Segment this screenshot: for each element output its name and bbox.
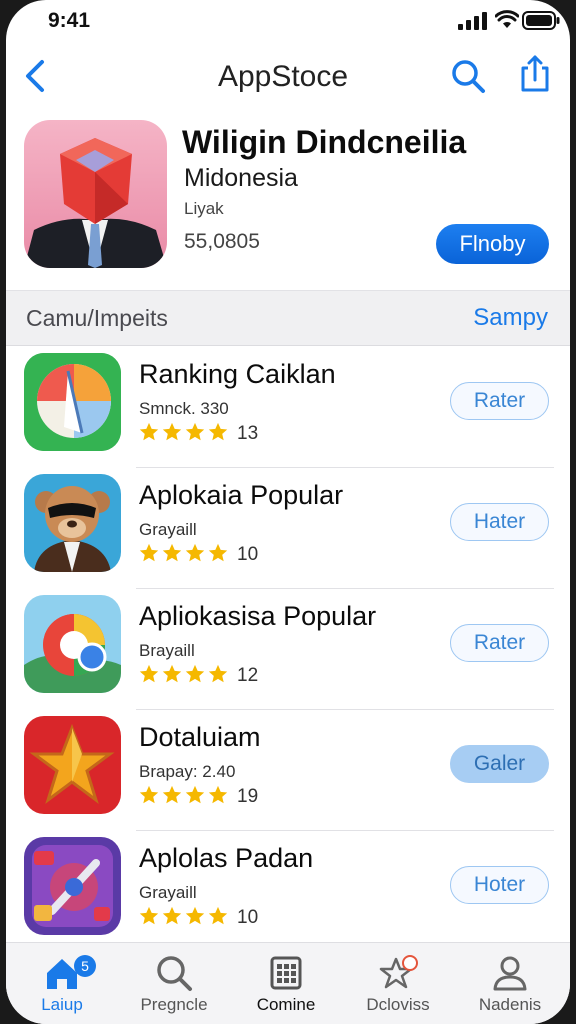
battery-icon bbox=[522, 11, 560, 30]
phone-screen: 9:41 AppStoce Wiligin Dindcneilia Midone… bbox=[6, 0, 570, 1024]
rating-count: 10 bbox=[237, 544, 259, 565]
tab-grid[interactable]: Comine bbox=[230, 943, 342, 1024]
star-rating bbox=[138, 663, 230, 687]
tab-label: Nadenis bbox=[478, 995, 542, 1014]
star-icon bbox=[139, 906, 159, 925]
rating-count: 12 bbox=[237, 665, 259, 686]
star-icon bbox=[208, 543, 228, 562]
get-button[interactable]: Hater bbox=[450, 503, 549, 541]
get-button[interactable]: Rater bbox=[450, 624, 549, 662]
nav-title: AppStoce bbox=[217, 60, 349, 93]
featured-get-button[interactable]: Flnoby bbox=[436, 224, 549, 264]
app-name: Aplokaia Popular bbox=[139, 480, 344, 510]
section-header: Camu/Impeits Sampy bbox=[6, 290, 570, 346]
list-item[interactable]: Dotaluiam Brapay: 2.40 19 Galer bbox=[6, 710, 570, 831]
list-item[interactable]: Aplolas Padan Grayaill 10 Hoter bbox=[6, 831, 570, 952]
app-name: Dotaluiam bbox=[139, 722, 261, 752]
list-item[interactable]: Ranking Caiklan Smnck. 330 13 Rater bbox=[6, 347, 570, 468]
star-icon bbox=[139, 422, 159, 441]
app-meta: Grayaill bbox=[139, 520, 197, 539]
featured-app-subtitle: Midonesia bbox=[184, 164, 298, 192]
app-name: Ranking Caiklan bbox=[139, 359, 336, 389]
star-icon bbox=[208, 785, 228, 804]
star-icon bbox=[208, 664, 228, 683]
app-icon-star bbox=[24, 716, 121, 814]
star-icon bbox=[185, 543, 205, 562]
section-title: Camu/Impeits bbox=[26, 305, 168, 331]
star-icon bbox=[139, 543, 159, 562]
app-icon-tools bbox=[24, 837, 121, 935]
star-icon bbox=[379, 955, 418, 989]
app-icon-ranking bbox=[24, 353, 121, 451]
star-icon bbox=[185, 785, 205, 804]
star-icon bbox=[208, 422, 228, 441]
featured-app-icon bbox=[24, 120, 167, 268]
star-icon bbox=[185, 664, 205, 683]
app-icon-mascot bbox=[24, 474, 121, 572]
tab-profile[interactable]: Nadenis bbox=[454, 943, 566, 1024]
featured-app-title: Wiligin Dindcneilia bbox=[182, 124, 467, 160]
get-button[interactable]: Hoter bbox=[450, 866, 549, 904]
search-icon bbox=[157, 956, 192, 991]
list-item[interactable]: Apliokasisa Popular Brayaill 12 Rater bbox=[6, 589, 570, 710]
app-meta: Grayaill bbox=[139, 883, 197, 902]
tab-label: Laiup bbox=[41, 995, 83, 1014]
star-rating bbox=[138, 784, 230, 808]
star-icon bbox=[162, 664, 182, 683]
star-rating bbox=[138, 542, 230, 566]
featured-app-count: 55,0805 bbox=[184, 230, 260, 253]
get-button[interactable]: Galer bbox=[450, 745, 549, 783]
star-icon bbox=[162, 785, 182, 804]
rating-count: 13 bbox=[237, 423, 259, 444]
app-meta: Smnck. 330 bbox=[139, 399, 229, 418]
app-name: Aplolas Padan bbox=[139, 843, 314, 873]
grid-icon bbox=[270, 956, 302, 990]
rating-count: 19 bbox=[237, 786, 259, 807]
star-icon bbox=[162, 906, 182, 925]
get-button[interactable]: Rater bbox=[450, 382, 549, 420]
tab-label: Comine bbox=[256, 995, 316, 1014]
star-icon bbox=[185, 906, 205, 925]
tab-label: Dcloviss bbox=[366, 995, 430, 1014]
star-icon bbox=[139, 664, 159, 683]
list-item[interactable]: Aplokaia Popular Grayaill 10 Hater bbox=[6, 468, 570, 589]
featured-app-developer: Liyak bbox=[184, 199, 224, 218]
app-meta: Brayaill bbox=[139, 641, 195, 660]
status-bar: 9:41 bbox=[6, 0, 570, 40]
star-icon bbox=[208, 906, 228, 925]
star-icon bbox=[162, 422, 182, 441]
star-icon bbox=[185, 422, 205, 441]
signal-icon bbox=[458, 12, 487, 30]
star-rating bbox=[138, 421, 230, 445]
app-name: Apliokasisa Popular bbox=[139, 601, 377, 631]
tab-search[interactable]: Pregncle bbox=[118, 943, 230, 1024]
wifi-icon bbox=[495, 10, 519, 28]
tab-updates[interactable]: Dcloviss bbox=[342, 943, 454, 1024]
app-icon-browser bbox=[24, 595, 121, 693]
star-rating bbox=[138, 905, 230, 929]
person-icon bbox=[493, 956, 527, 991]
nav-bar: AppStoce bbox=[6, 46, 570, 106]
tab-badge: 5 bbox=[74, 955, 96, 977]
rating-count: 10 bbox=[237, 907, 259, 928]
share-icon[interactable] bbox=[518, 54, 552, 94]
star-icon bbox=[139, 785, 159, 804]
tab-bar: 5 Laiup Pregncle Comine Dcloviss Nadenis bbox=[6, 942, 570, 1024]
tab-label: Pregncle bbox=[140, 995, 208, 1014]
status-time: 9:41 bbox=[48, 9, 91, 32]
search-icon[interactable] bbox=[450, 58, 486, 94]
app-meta: Brapay: 2.40 bbox=[139, 762, 236, 781]
section-see-all-link[interactable]: Sampy bbox=[473, 304, 548, 332]
tab-home[interactable]: 5 Laiup bbox=[6, 943, 118, 1024]
star-icon bbox=[162, 543, 182, 562]
